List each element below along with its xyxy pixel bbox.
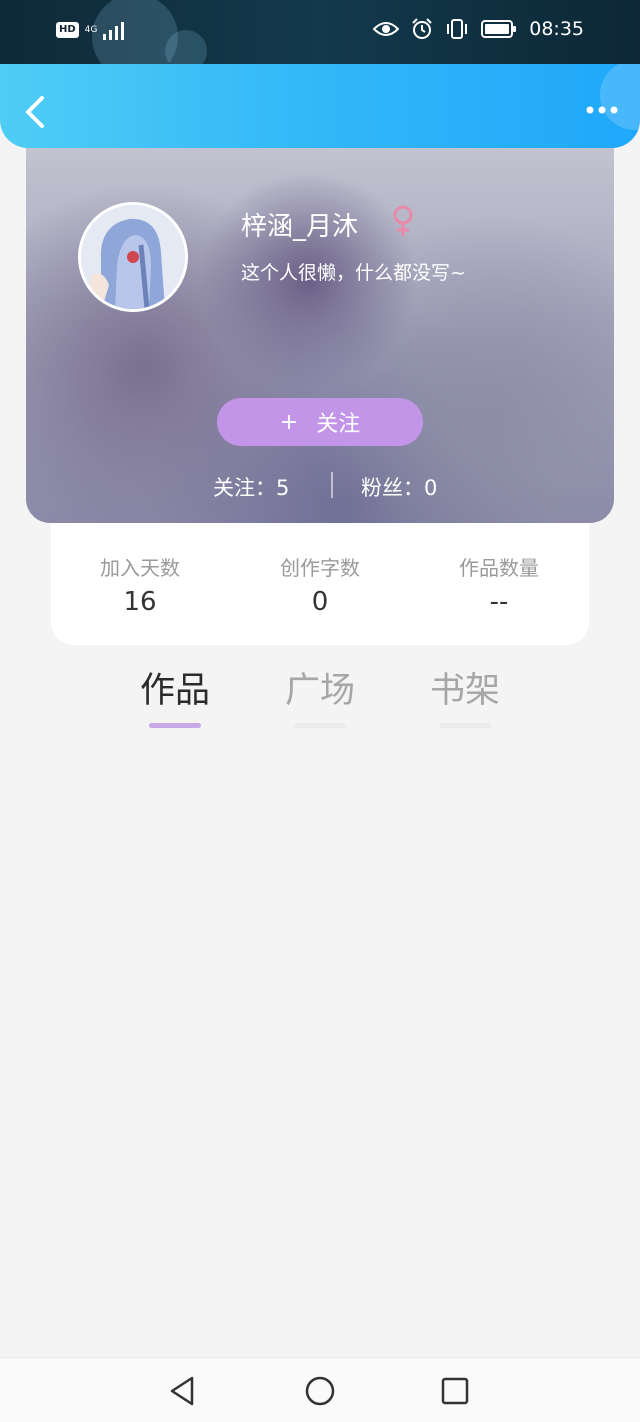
tab-square-label: 广场 bbox=[284, 671, 355, 711]
tab-bookshelf-indicator bbox=[439, 723, 491, 728]
works-count-label: 作品数量 bbox=[459, 556, 539, 580]
word-count-value: 0 bbox=[311, 587, 329, 617]
more-options-button[interactable] bbox=[584, 100, 624, 120]
recents-square-icon[interactable] bbox=[438, 1374, 472, 1408]
follow-stats: 关注：5 粉丝：0 bbox=[26, 470, 614, 506]
app-header bbox=[0, 64, 640, 148]
user-bio: 这个人很懒，什么都没写~ bbox=[241, 262, 466, 284]
female-icon bbox=[393, 205, 413, 236]
plus-icon: + bbox=[279, 409, 299, 435]
tab-works-label: 作品 bbox=[139, 671, 210, 711]
profile-card: 梓涵_月沐 这个人很懒，什么都没写~ + 关注 关注：5 粉丝：0 bbox=[26, 118, 614, 523]
alarm-icon bbox=[412, 18, 432, 39]
word-count-label: 创作字数 bbox=[280, 556, 360, 580]
join-days-stat: 加入天数 16 bbox=[70, 552, 210, 617]
avatar-image bbox=[81, 205, 185, 309]
decorative-bubble bbox=[165, 30, 207, 64]
join-days-value: 16 bbox=[123, 587, 157, 617]
username: 梓涵_月沐 bbox=[241, 212, 359, 242]
tab-bookshelf[interactable]: 书架 bbox=[405, 662, 525, 728]
home-circle-icon[interactable] bbox=[303, 1374, 337, 1408]
back-button[interactable] bbox=[18, 92, 52, 132]
signal-icon bbox=[103, 22, 125, 40]
system-nav-bar bbox=[0, 1357, 640, 1422]
works-count-stat: 作品数量 -- bbox=[429, 552, 569, 617]
avatar[interactable] bbox=[78, 202, 188, 312]
follow-button[interactable]: + 关注 bbox=[217, 398, 423, 446]
tab-works-indicator bbox=[149, 723, 201, 728]
battery-icon bbox=[481, 20, 517, 38]
clock-time: 08:35 bbox=[529, 18, 584, 40]
join-days-label: 加入天数 bbox=[100, 556, 180, 580]
word-count-stat: 创作字数 0 bbox=[250, 552, 390, 617]
fans-count[interactable]: 粉丝：0 bbox=[361, 472, 437, 502]
stats-divider bbox=[331, 472, 333, 498]
status-left: HD 4G bbox=[56, 20, 129, 40]
tab-bookshelf-label: 书架 bbox=[429, 671, 500, 711]
following-count[interactable]: 关注：5 bbox=[213, 472, 289, 502]
back-triangle-icon[interactable] bbox=[166, 1374, 200, 1408]
decorative-bubble bbox=[600, 64, 640, 130]
tab-works[interactable]: 作品 bbox=[115, 662, 235, 728]
follow-button-label: 关注 bbox=[316, 412, 361, 437]
hd-badge: HD bbox=[56, 22, 79, 38]
tab-square[interactable]: 广场 bbox=[260, 662, 380, 728]
tab-square-indicator bbox=[294, 723, 346, 728]
network-type: 4G bbox=[84, 24, 98, 35]
works-count-value: -- bbox=[489, 587, 509, 617]
content-tabs: 作品 广场 书架 bbox=[0, 662, 640, 742]
status-bar: HD 4G 08:35 bbox=[0, 0, 640, 64]
vibrate-icon bbox=[447, 19, 468, 39]
eye-icon bbox=[373, 22, 400, 36]
status-right: 08:35 bbox=[373, 18, 584, 40]
